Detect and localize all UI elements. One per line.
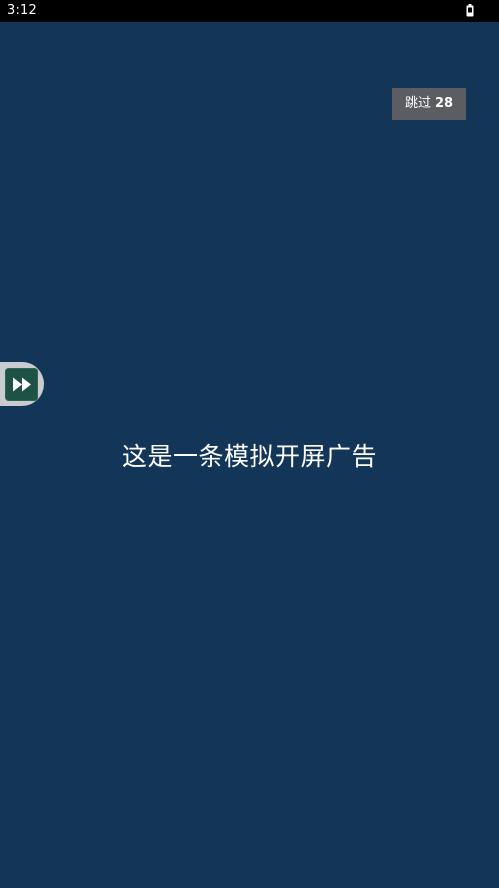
- fast-forward-icon: [13, 377, 31, 392]
- skip-button[interactable]: 跳过 28: [392, 88, 466, 120]
- skip-label: 跳过: [404, 96, 431, 111]
- battery-icon: [466, 4, 474, 17]
- floating-tab-button[interactable]: [5, 368, 38, 401]
- skip-countdown: 28: [434, 96, 454, 111]
- status-time: 3:12: [7, 3, 37, 18]
- splash-ad-screen: 跳过 28 这是一条模拟开屏广告: [0, 22, 499, 888]
- floating-tab[interactable]: [0, 362, 44, 406]
- status-bar: 3:12: [0, 0, 499, 22]
- ad-message: 这是一条模拟开屏广告: [121, 442, 377, 471]
